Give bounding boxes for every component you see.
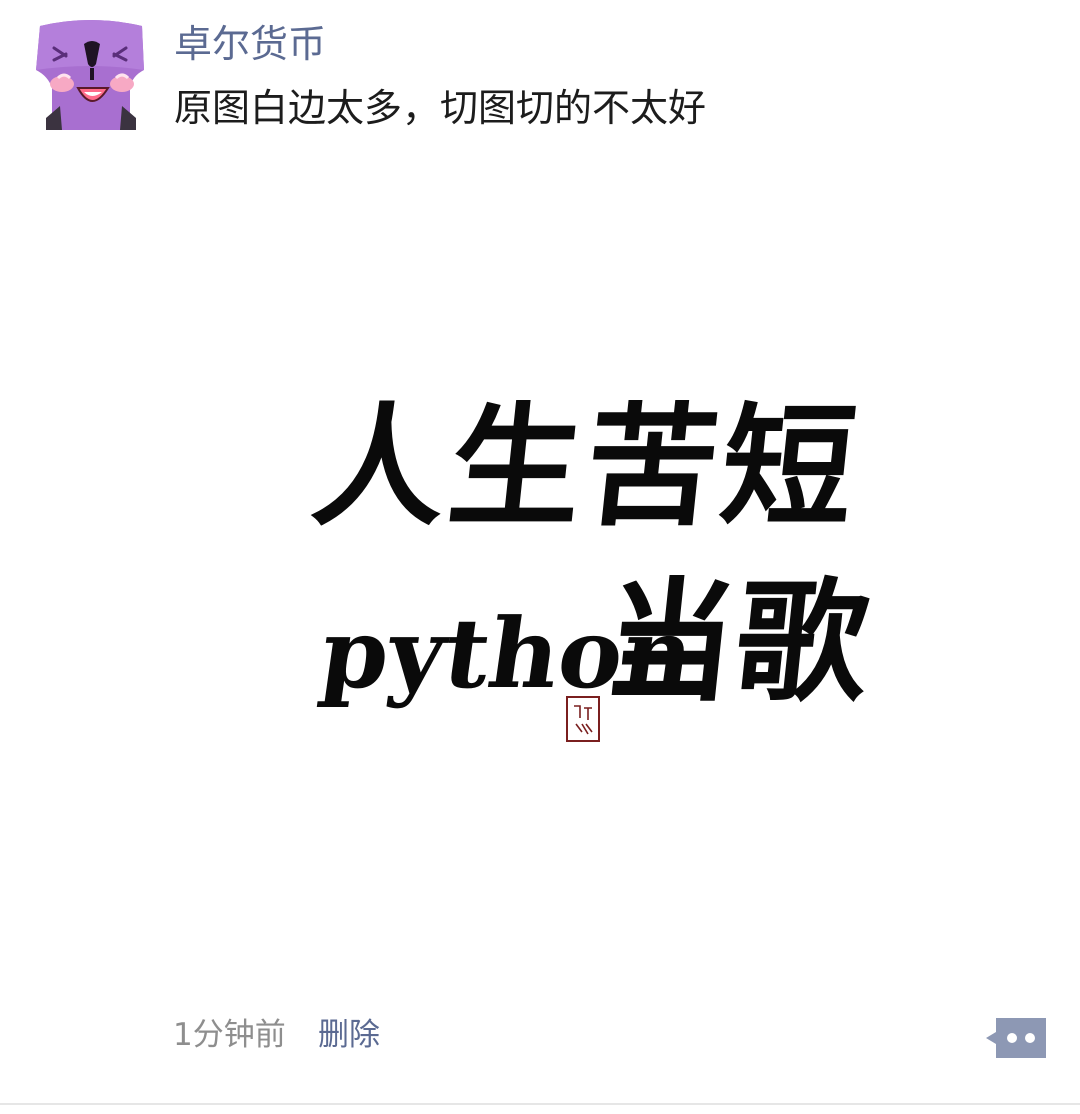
- seal-stamp-icon: [566, 696, 600, 742]
- moments-post: 卓尔货币 原图白边太多，切图切的不太好 人生苦短 python 当歌 1分钟前 …: [0, 0, 1080, 1114]
- divider: [0, 1103, 1080, 1105]
- calligraphy-artwork: 人生苦短 python 当歌: [174, 148, 1004, 978]
- calligraphy-line-1: 人生苦短: [305, 390, 867, 545]
- avatar-icon: [32, 18, 149, 130]
- post-timestamp: 1分钟前: [173, 1017, 286, 1053]
- comment-more-icon: [986, 1018, 1046, 1058]
- post-image[interactable]: 人生苦短 python 当歌: [174, 148, 1004, 978]
- avatar[interactable]: [32, 18, 149, 130]
- post-text: 原图白边太多，切图切的不太好: [174, 86, 707, 130]
- delete-link[interactable]: 删除: [318, 1014, 380, 1056]
- calligraphy-line-2-cjk: 当歌: [595, 565, 877, 720]
- author-name[interactable]: 卓尔货币: [174, 20, 326, 68]
- comment-more-button[interactable]: [984, 1016, 1048, 1060]
